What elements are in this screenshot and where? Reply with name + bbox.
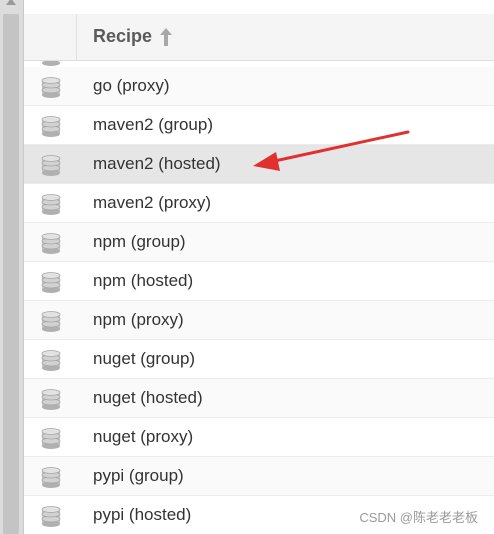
recipe-name: npm (proxy) — [93, 310, 184, 329]
table-header: Recipe — [24, 14, 494, 61]
recipe-name: npm (hosted) — [93, 271, 194, 290]
table-row[interactable]: maven2 (hosted) — [24, 145, 494, 184]
table-row[interactable]: npm (proxy) — [24, 301, 494, 340]
table-row[interactable]: maven2 (proxy) — [24, 184, 494, 223]
database-icon — [41, 428, 61, 449]
database-icon — [41, 389, 61, 410]
database-icon — [41, 155, 61, 176]
database-icon — [41, 233, 61, 254]
recipe-name: nuget (proxy) — [93, 427, 194, 446]
scrollbar-thumb[interactable] — [3, 14, 19, 534]
table-row[interactable]: maven2 (group) — [24, 106, 494, 145]
database-icon — [41, 116, 61, 137]
database-icon — [41, 467, 61, 488]
table-row[interactable]: nuget (hosted) — [24, 379, 494, 418]
table-row[interactable]: nuget (group) — [24, 340, 494, 379]
recipe-name: maven2 (proxy) — [93, 193, 212, 212]
database-icon — [41, 194, 61, 215]
table-row[interactable]: npm (hosted) — [24, 262, 494, 301]
database-icon — [41, 77, 61, 98]
table-row[interactable]: npm (group) — [24, 223, 494, 262]
recipe-name: pypi (hosted) — [93, 505, 192, 524]
database-icon — [41, 506, 61, 527]
vertical-scrollbar[interactable] — [0, 0, 24, 534]
recipe-name: maven2 (group) — [93, 115, 214, 134]
recipe-name: nuget (group) — [93, 349, 196, 368]
scroll-up-arrow-icon[interactable] — [6, 0, 16, 5]
sort-ascending-icon[interactable] — [159, 27, 173, 47]
recipe-name: pypi (group) — [93, 466, 184, 485]
database-icon — [41, 272, 61, 293]
recipe-name: go (proxy) — [93, 76, 170, 95]
recipe-name: maven2 (hosted) — [93, 154, 221, 173]
table-row[interactable]: pypi (group) — [24, 457, 494, 496]
table-row[interactable]: nuget (proxy) — [24, 418, 494, 457]
watermark: CSDN @陈老老老板 — [359, 510, 478, 525]
database-icon — [41, 350, 61, 371]
recipe-column-header[interactable]: Recipe — [93, 26, 152, 47]
database-icon — [41, 311, 61, 332]
header-column-divider — [76, 14, 77, 60]
table-row[interactable]: go (proxy) — [24, 67, 494, 106]
recipe-name: npm (group) — [93, 232, 186, 251]
recipe-name: nuget (hosted) — [93, 388, 203, 407]
recipe-list: go (proxy) maven2 (group) maven2 (hosted) m… — [24, 61, 494, 534]
